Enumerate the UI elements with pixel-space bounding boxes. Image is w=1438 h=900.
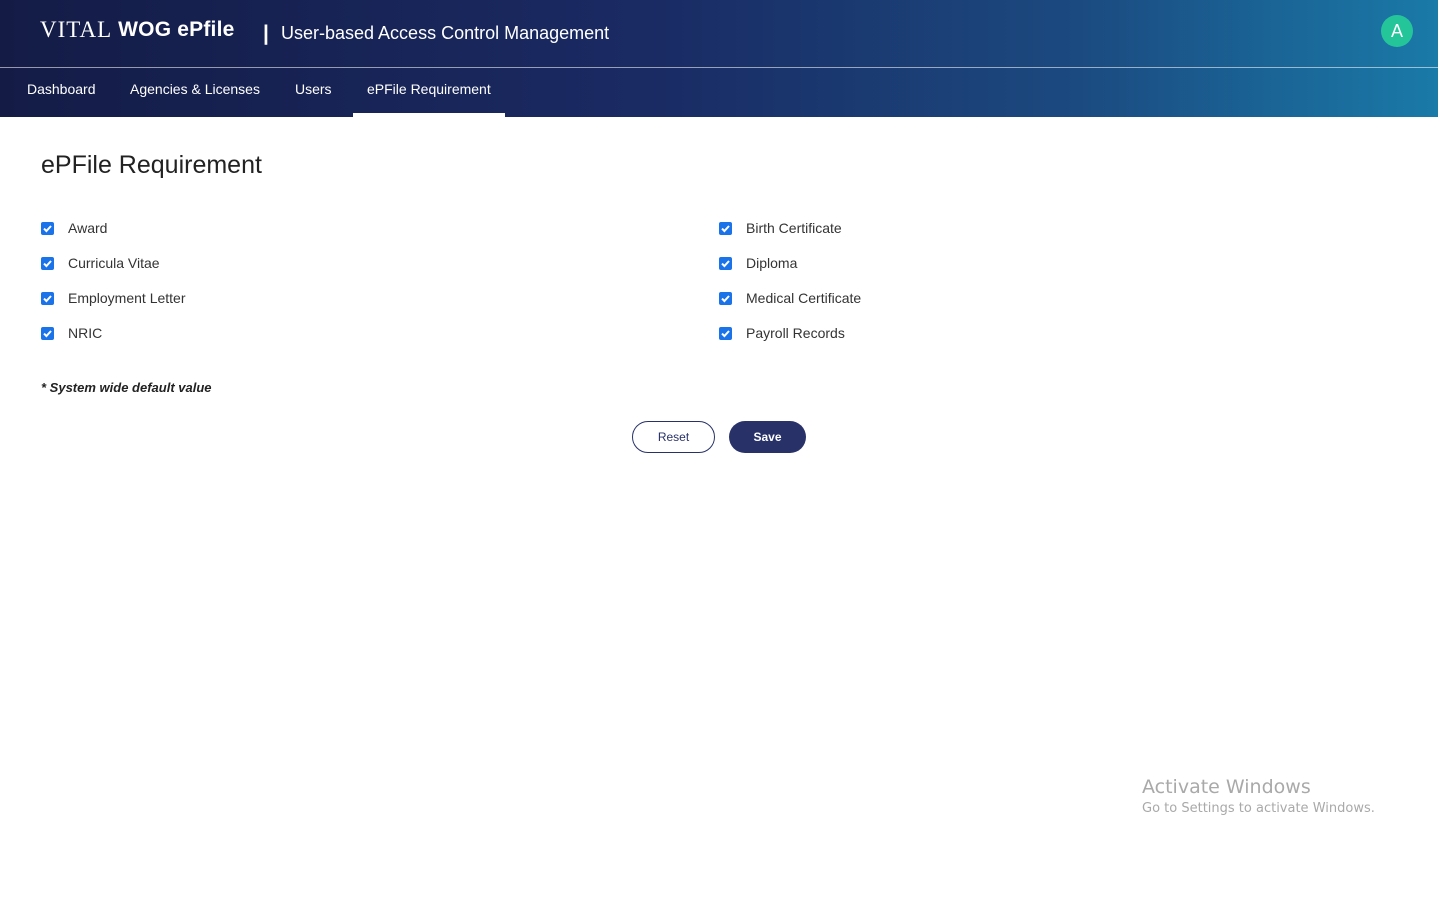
requirement-medical-certificate[interactable]: Medical Certificate [719,288,861,308]
checkbox-employment-letter[interactable] [41,291,54,305]
page-title: ePFile Requirement [41,151,262,179]
checkbox-curricula-vitae[interactable] [41,256,54,270]
checkbox-label: Curricula Vitae [68,255,160,271]
checkbox-payroll-records[interactable] [719,326,732,340]
app-logo[interactable]: VITAL WOG ePfile [40,15,235,45]
avatar-initial: A [1390,20,1403,41]
logo-wog-epfile: WOG ePfile [118,18,235,41]
checkbox-label: Payroll Records [746,325,845,341]
requirement-payroll-records[interactable]: Payroll Records [719,323,845,343]
requirement-nric[interactable]: NRIC [41,323,102,343]
nav-users[interactable]: Users [295,68,332,117]
save-button[interactable]: Save [729,421,806,453]
requirement-curricula-vitae[interactable]: Curricula Vitae [41,253,160,273]
checkbox-diploma[interactable] [719,256,732,270]
nav-epfile-requirement[interactable]: ePFile Requirement [353,68,505,117]
title-separator: | [263,22,269,45]
checkbox-medical-certificate[interactable] [719,291,732,305]
checkbox-label: Medical Certificate [746,290,862,306]
activate-windows-subtitle: Go to Settings to activate Windows. [1142,801,1375,816]
checkbox-label: Employment Letter [68,290,186,306]
checkbox-nric[interactable] [41,326,54,340]
app-title: User-based Access Control Management [281,23,610,43]
checkbox-label: Diploma [746,255,798,271]
checkbox-label: Birth Certificate [746,220,842,236]
top-bar: VITAL WOG ePfile | User-based Access Con… [0,0,1438,67]
nav-dashboard[interactable]: Dashboard [27,68,96,117]
logo-vital: VITAL [40,17,113,42]
user-avatar[interactable]: A [1381,15,1413,47]
app-header: VITAL WOG ePfile | User-based Access Con… [0,0,1438,117]
requirement-diploma[interactable]: Diploma [719,253,797,273]
main-nav: Dashboard Agencies & Licenses Users ePFi… [0,68,1438,117]
activate-windows-title: Activate Windows [1142,776,1311,798]
checkbox-label: NRIC [68,325,103,341]
checkbox-birth-certificate[interactable] [719,221,732,235]
default-value-note: * System wide default value [41,380,212,395]
requirement-employment-letter[interactable]: Employment Letter [41,288,186,308]
checkbox-label: Award [68,220,108,236]
checkbox-award[interactable] [41,221,54,235]
requirement-birth-certificate[interactable]: Birth Certificate [719,218,842,238]
reset-button[interactable]: Reset [632,421,715,453]
requirement-award[interactable]: Award [41,218,107,238]
nav-agencies-licenses[interactable]: Agencies & Licenses [130,68,260,117]
